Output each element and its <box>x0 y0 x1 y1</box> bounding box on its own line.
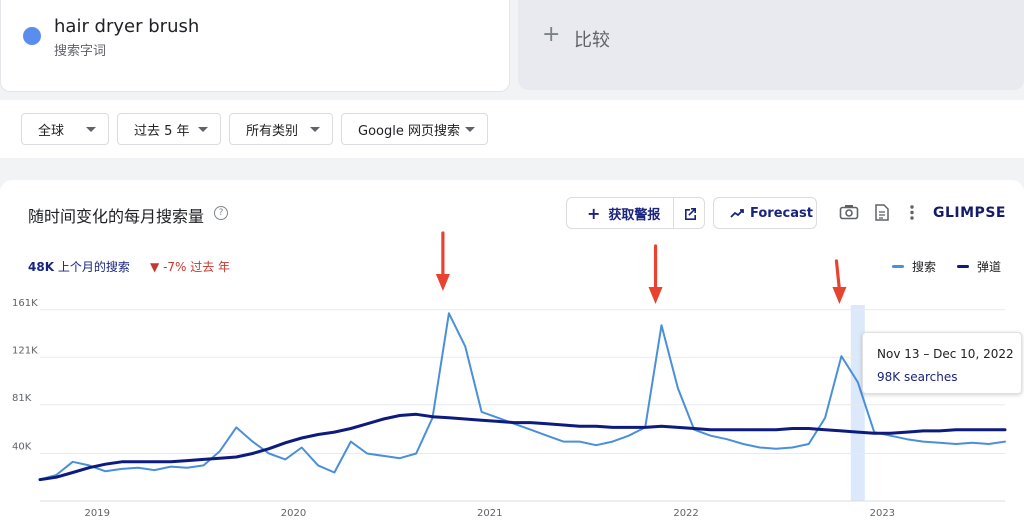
search-type-dropdown[interactable]: Google 网页搜索 <box>341 113 488 145</box>
term-color-dot <box>23 27 41 45</box>
search-type-label: Google 网页搜索 <box>358 123 460 139</box>
plus-icon: + <box>542 22 561 47</box>
x-tick-label: 2020 <box>281 508 306 519</box>
filter-bar: 全球 过去 5 年 所有类别 Google 网页搜索 <box>0 100 1024 158</box>
tooltip-date: Nov 13 – Dec 10, 2022 <box>877 347 1014 361</box>
chart-card: 随时间变化的每月搜索量 ? + 获取警报 Forecast GLIMPSE 48… <box>0 180 1024 522</box>
time-range-dropdown[interactable]: 过去 5 年 <box>117 113 221 145</box>
category-dropdown[interactable]: 所有类别 <box>229 113 333 145</box>
chart-tooltip: Nov 13 – Dec 10, 2022 98K searches <box>862 332 1022 394</box>
caret-down-icon <box>310 127 320 132</box>
annotation-arrow-shaft <box>834 259 842 292</box>
caret-down-icon <box>86 127 96 132</box>
x-tick-label: 2022 <box>673 508 698 519</box>
term-type: 搜索字词 <box>54 44 107 59</box>
y-tick-label: 161K <box>12 298 38 309</box>
time-range-label: 过去 5 年 <box>134 123 190 139</box>
x-tick-label: 2023 <box>870 508 895 519</box>
tooltip-value: 98K searches <box>877 370 958 384</box>
x-tick-label: 2021 <box>477 508 502 519</box>
category-label: 所有类别 <box>246 123 299 139</box>
x-tick-label: 2019 <box>85 508 110 519</box>
region-dropdown[interactable]: 全球 <box>21 113 109 145</box>
compare-button[interactable]: + 比较 <box>518 0 1024 90</box>
annotation-arrow-head <box>435 274 450 291</box>
caret-down-icon <box>465 127 475 132</box>
search-term-card[interactable]: hair dryer brush 搜索字词 <box>0 0 510 92</box>
compare-label: 比较 <box>574 30 610 51</box>
y-tick-label: 81K <box>12 393 32 404</box>
region-label: 全球 <box>38 123 65 139</box>
annotation-arrow-head <box>832 287 847 304</box>
caret-down-icon <box>198 127 208 132</box>
y-tick-label: 40K <box>12 441 32 452</box>
annotation-arrow-head <box>648 287 663 304</box>
y-tick-label: 121K <box>12 345 38 356</box>
term-name: hair dryer brush <box>54 16 200 37</box>
